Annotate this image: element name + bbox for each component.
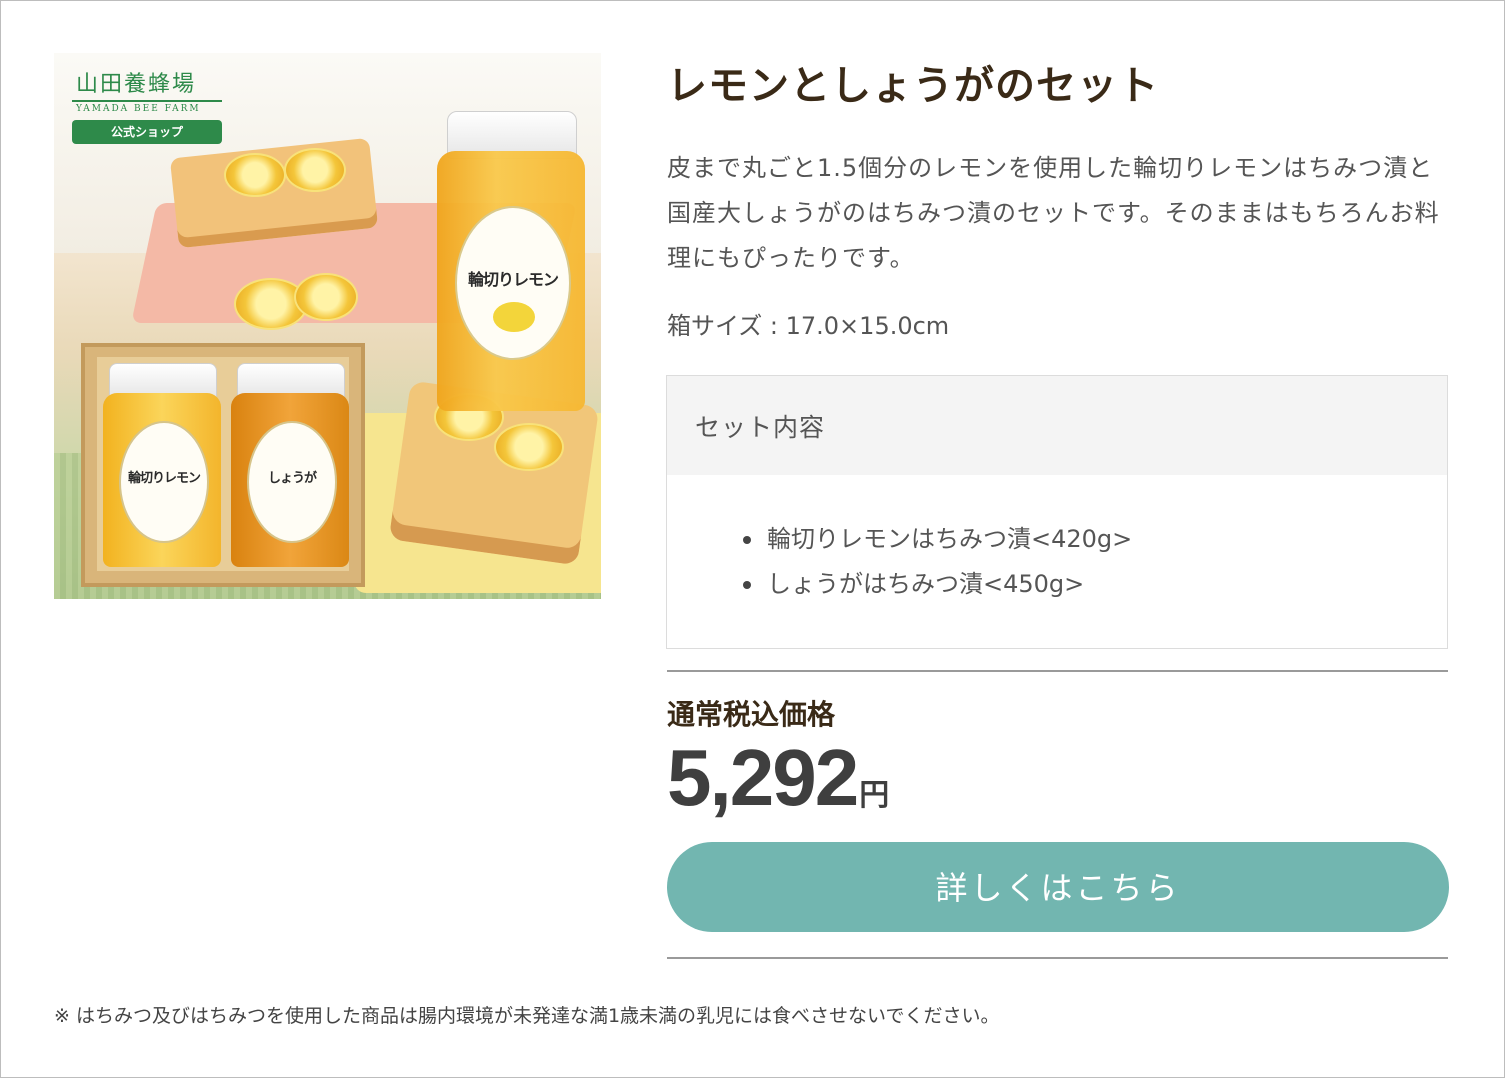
jar-label: しょうが [247, 421, 337, 543]
jar-label-text: 輪切りレモン [127, 471, 201, 486]
image-gift-box: 輪切りレモン しょうが [81, 343, 365, 587]
set-contents-title: セット内容 [695, 413, 826, 442]
product-image[interactable]: 輪切りレモン 輪切りレモン しょうが 山田養蜂場 YAMADA BEE FARM… [54, 53, 601, 599]
list-item: しょうがはちみつ漬<450g> [667, 565, 1447, 610]
image-lemon-slice [284, 148, 346, 192]
list-item-label: しょうがはちみつ漬<450g> [767, 570, 1085, 598]
list-item-label: 輪切りレモンはちみつ漬<420g> [767, 525, 1133, 553]
price-value: 5,292 [667, 733, 859, 822]
jar-label-text: しょうが [267, 471, 317, 486]
official-shop-badge: 公式ショップ [72, 120, 222, 144]
brand-logo: 山田養蜂場 YAMADA BEE FARM 公式ショップ [72, 71, 228, 144]
image-large-lemon-jar: 輪切りレモン [437, 111, 585, 411]
brand-name: 山田養蜂場 [76, 72, 197, 97]
image-lemon-jar: 輪切りレモン [103, 363, 221, 567]
brand-rule [72, 100, 222, 102]
product-description: 皮まで丸ごと1.5個分のレモンを使用した輪切りレモンはちみつ漬と国産大しょうがの… [667, 154, 1440, 272]
box-size: 箱サイズ : 17.0×15.0cm [667, 312, 950, 340]
set-contents-list: 輪切りレモンはちみつ漬<420g> しょうがはちみつ漬<450g> [667, 520, 1447, 610]
image-ginger-jar: しょうが [231, 363, 349, 567]
bullet-icon [743, 581, 751, 589]
image-lemon-slice [494, 423, 564, 471]
divider [667, 670, 1448, 672]
product-card: 輪切りレモン 輪切りレモン しょうが 山田養蜂場 YAMADA BEE FARM… [0, 0, 1505, 1078]
list-item: 輪切りレモンはちみつ漬<420g> [667, 520, 1447, 565]
jar-label: 輪切りレモン [119, 421, 209, 543]
price: 5,292円 [667, 733, 889, 823]
lemon-illustration [493, 302, 535, 332]
divider [667, 957, 1448, 959]
footnote: ※ はちみつ及びはちみつを使用した商品は腸内環境が未発達な満1歳未満の乳児には食… [54, 1005, 1000, 1027]
image-lemon-slice [294, 273, 358, 321]
gift-box-inner: 輪切りレモン しょうが [97, 357, 349, 571]
jar-label: 輪切りレモン [455, 206, 571, 360]
jar-label-text: 輪切りレモン [467, 270, 559, 289]
product-title: レモンとしょうがのセット [667, 63, 1159, 109]
bullet-icon [743, 536, 751, 544]
brand-name-en: YAMADA BEE FARM [76, 104, 201, 114]
details-button[interactable]: 詳しくはこちら [667, 842, 1449, 932]
price-unit: 円 [859, 778, 890, 813]
image-lemon-slice [224, 153, 286, 197]
set-contents-header: セット内容 [667, 376, 1447, 475]
set-contents-panel: セット内容 輪切りレモンはちみつ漬<420g> しょうがはちみつ漬<450g> [666, 375, 1448, 649]
price-label: 通常税込価格 [667, 698, 836, 731]
